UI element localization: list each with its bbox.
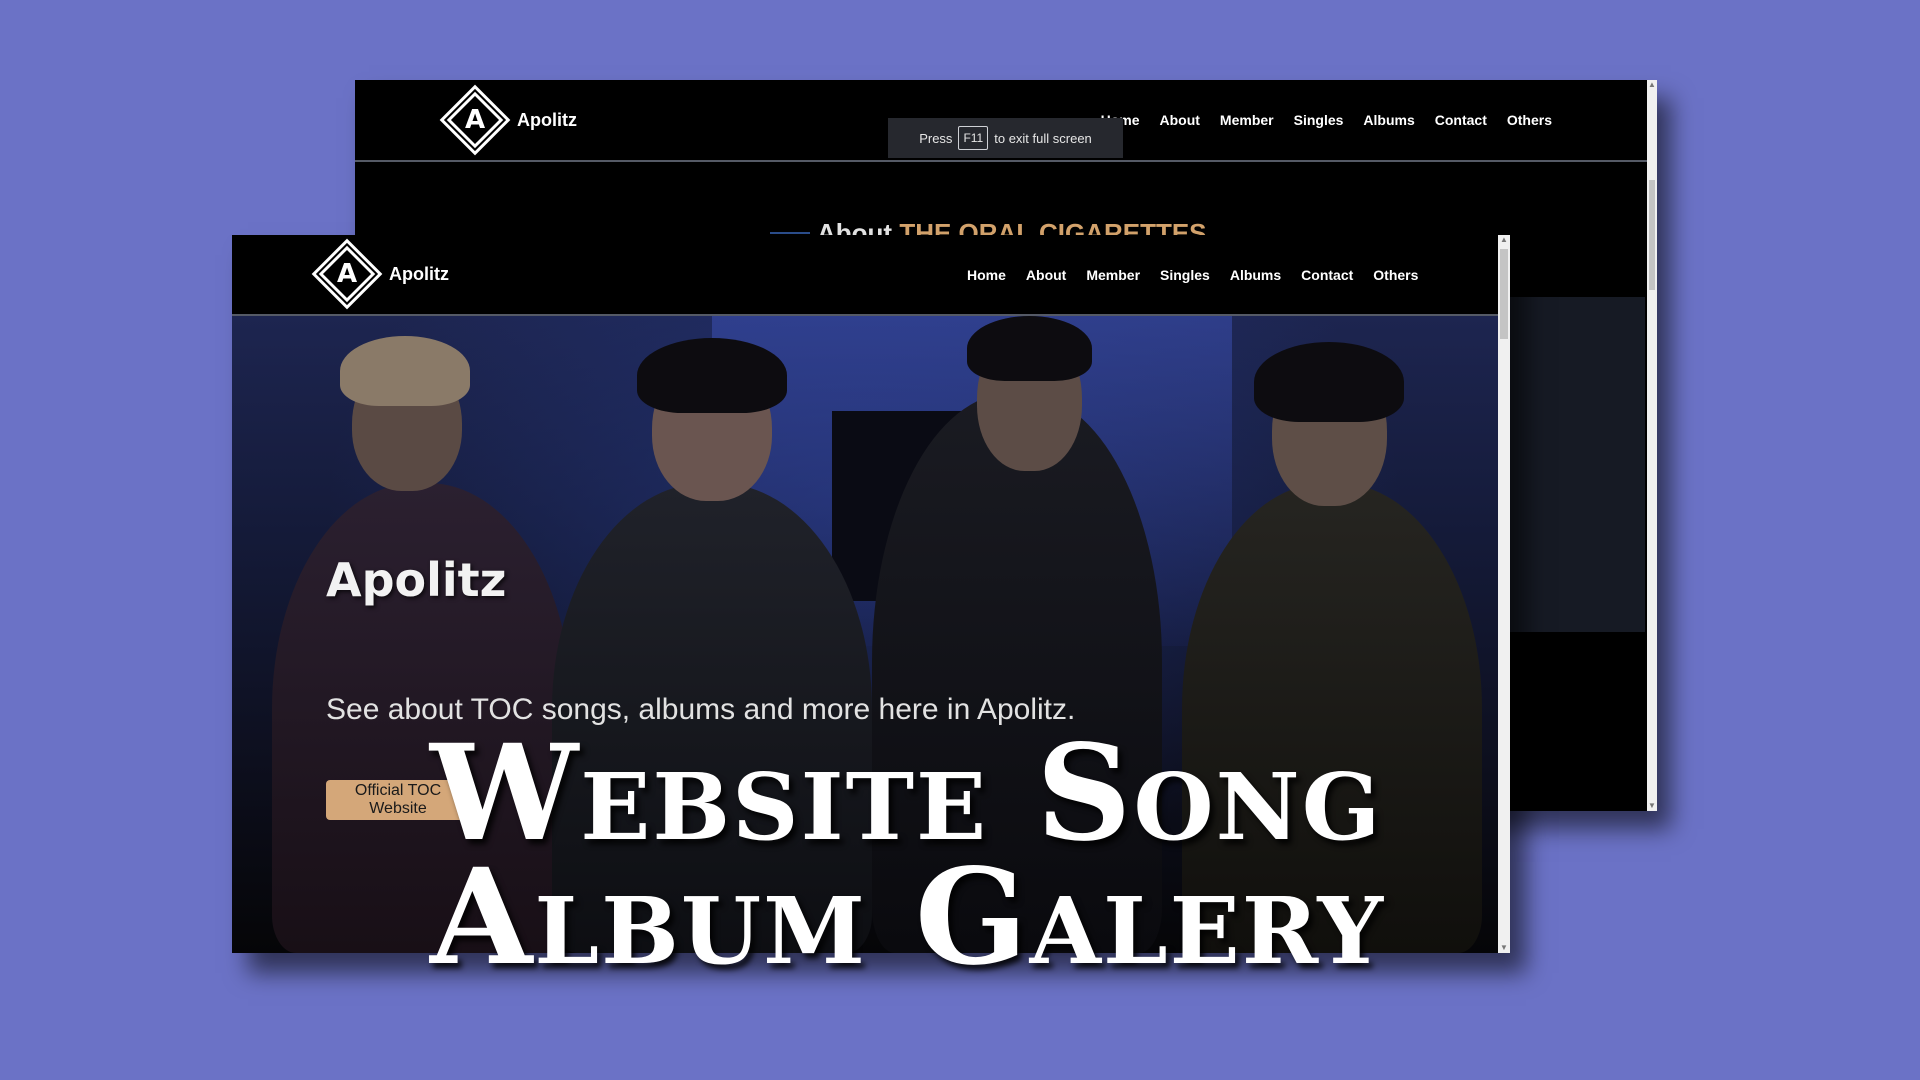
back-content-panel [1505,297,1645,632]
back-scrollbar[interactable]: ▲ ▼ [1647,80,1657,811]
band-member-4-hair [1254,342,1404,422]
front-nav-links: Home About Member Singles Albums Contact… [967,267,1418,283]
apolitz-logo-icon: A [443,88,507,152]
nav-home[interactable]: Home [967,267,1006,283]
band-member-3-hair [967,316,1092,381]
front-brand-name: Apolitz [389,263,449,284]
front-brand[interactable]: A Apolitz [315,242,449,306]
nav-member[interactable]: Member [1086,267,1140,283]
back-nav-about[interactable]: About [1159,112,1199,128]
back-brand[interactable]: A Apolitz [443,88,577,152]
back-brand-name: Apolitz [517,109,577,130]
band-member-1-hair [340,336,470,406]
fullscreen-suffix-label: to exit full screen [994,130,1092,146]
nav-singles[interactable]: Singles [1160,267,1210,283]
about-divider [770,232,810,234]
overlay-caption: Website Song Album Galery [430,728,1385,984]
apolitz-logo-icon: A [315,242,379,306]
hero-title: Apolitz [326,553,507,607]
nav-albums[interactable]: Albums [1230,267,1281,283]
band-member-2-hair [637,338,787,413]
f11-key-badge: F11 [958,126,989,150]
fullscreen-press-label: Press [919,130,953,146]
front-scroll-thumb[interactable] [1500,249,1508,339]
scroll-down-icon[interactable]: ▼ [1648,801,1656,811]
back-nav-contact[interactable]: Contact [1435,112,1487,128]
fullscreen-notice: Press F11 to exit full screen [888,118,1123,158]
front-scrollbar[interactable]: ▲ ▼ [1498,235,1510,953]
scroll-up-icon[interactable]: ▲ [1500,235,1508,245]
back-nav-links: Home About Member Singles Albums Contact… [1101,112,1552,128]
back-nav-member[interactable]: Member [1220,112,1274,128]
scroll-down-icon[interactable]: ▼ [1500,943,1508,953]
back-nav-albums[interactable]: Albums [1363,112,1414,128]
nav-others[interactable]: Others [1373,267,1418,283]
scroll-up-icon[interactable]: ▲ [1648,80,1656,90]
back-nav-singles[interactable]: Singles [1294,112,1344,128]
nav-about[interactable]: About [1026,267,1066,283]
nav-contact[interactable]: Contact [1301,267,1353,283]
back-nav-others[interactable]: Others [1507,112,1552,128]
front-navbar: A Apolitz Home About Member Singles Albu… [232,235,1498,316]
back-navbar: A Apolitz Home About Member Singles Albu… [355,80,1657,162]
overlay-line-2: Album Galery [430,840,1386,995]
back-scroll-thumb[interactable] [1649,180,1655,290]
